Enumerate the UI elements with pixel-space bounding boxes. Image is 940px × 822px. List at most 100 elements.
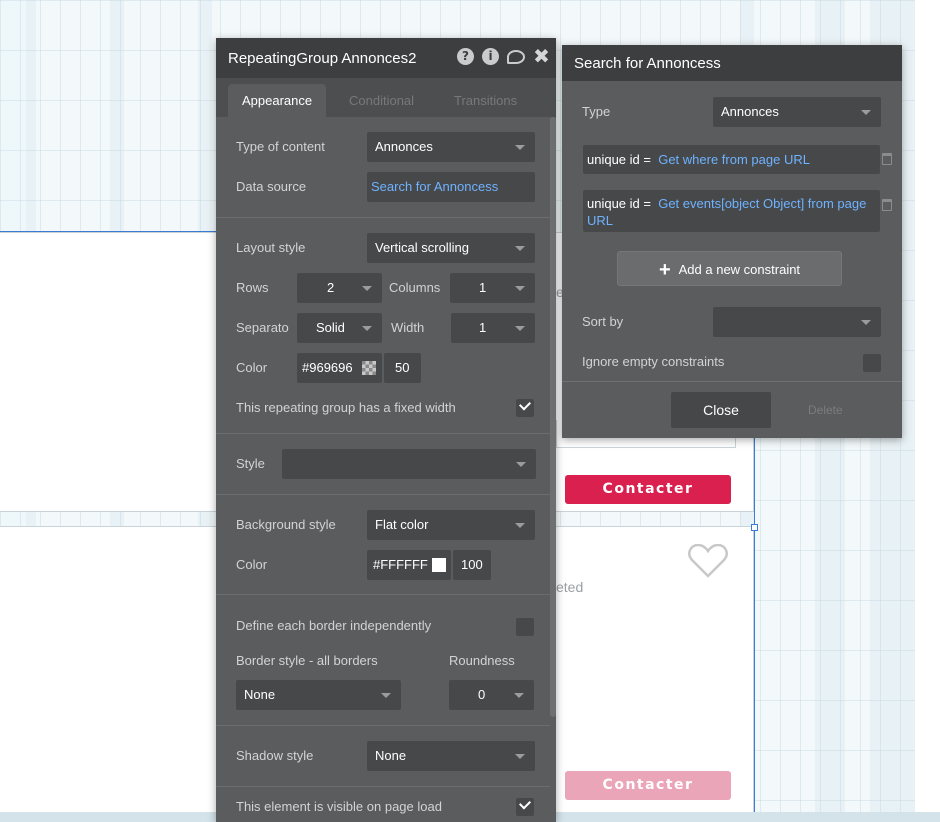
bg-color-label: Color	[236, 557, 268, 572]
tab-transitions[interactable]: Transitions	[440, 84, 531, 117]
constraint-expression[interactable]: Get where from page URL	[658, 152, 810, 167]
rows-value: 2	[327, 280, 335, 295]
shadow-style-value: None	[375, 748, 407, 763]
roundness-value: 0	[478, 687, 486, 702]
selection-outline	[754, 438, 755, 812]
width-label: Width	[391, 320, 425, 335]
chevron-down-icon	[515, 523, 525, 528]
tab-conditional[interactable]: Conditional	[335, 84, 428, 117]
sort-by-label: Sort by	[582, 314, 624, 329]
fixed-width-checkbox[interactable]	[516, 398, 534, 417]
fixed-width-label: This repeating group has a fixed width	[236, 400, 456, 415]
chevron-down-icon	[861, 110, 871, 115]
section-divider	[216, 725, 550, 726]
constraint-row[interactable]: unique id = Get where from page URL	[583, 145, 880, 174]
tab-bar: Appearance Conditional Transitions	[216, 78, 556, 117]
border-style-label: Border style - all borders	[236, 653, 378, 668]
section-divider	[216, 217, 550, 218]
trash-icon[interactable]	[882, 199, 892, 211]
delete-button[interactable]: Delete	[808, 403, 843, 417]
define-border-checkbox[interactable]	[516, 618, 534, 636]
contact-button[interactable]: Contacter	[565, 475, 731, 504]
help-icon[interactable]: ?	[457, 48, 474, 65]
bg-color-value: #FFFFFF	[373, 557, 428, 572]
search-editor-panel: Search for Annoncess Type Annonces uniqu…	[562, 45, 902, 438]
panel-title: Search for Annoncess	[574, 54, 721, 72]
shadow-style-dropdown[interactable]: None	[367, 741, 535, 771]
panel-title: RepeatingGroup Annonces2	[228, 49, 417, 67]
shadow-style-label: Shadow style	[236, 748, 314, 763]
chevron-down-icon	[861, 320, 871, 325]
chevron-down-icon	[514, 693, 524, 698]
add-constraint-label: Add a new constraint	[678, 262, 801, 277]
contact-button[interactable]: Contacter	[565, 771, 731, 800]
type-of-content-value: Annonces	[375, 139, 433, 154]
panel-header[interactable]: Search for Annoncess	[562, 45, 902, 81]
style-label: Style	[236, 456, 265, 471]
separator-value: Solid	[316, 320, 345, 335]
type-label: Type	[582, 104, 611, 119]
panel-scrollbar[interactable]	[550, 117, 556, 717]
sort-by-dropdown[interactable]	[713, 307, 881, 337]
background-style-dropdown[interactable]: Flat color	[367, 510, 535, 540]
rows-dropdown[interactable]: 2	[297, 273, 382, 303]
tab-appearance[interactable]: Appearance	[228, 84, 327, 117]
separator-dropdown[interactable]: Solid	[297, 313, 382, 343]
visible-on-load-label: This element is visible on page load	[236, 799, 442, 814]
add-constraint-button[interactable]: + Add a new constraint	[617, 251, 842, 286]
constraint-field: unique id =	[587, 196, 651, 211]
style-dropdown[interactable]	[282, 449, 536, 479]
ignore-empty-label: Ignore empty constraints	[582, 354, 725, 369]
chevron-down-icon	[515, 286, 525, 291]
chevron-down-icon	[515, 145, 525, 150]
columns-dropdown[interactable]: 1	[450, 273, 535, 303]
close-button[interactable]: Close	[671, 392, 771, 428]
trash-icon[interactable]	[882, 153, 892, 165]
selection-outline	[0, 231, 216, 232]
ignore-empty-checkbox[interactable]	[863, 354, 881, 372]
columns-value: 1	[479, 280, 487, 295]
info-icon[interactable]: i	[482, 48, 499, 65]
type-of-content-dropdown[interactable]: Annonces	[367, 132, 535, 162]
constraint-field: unique id =	[587, 152, 651, 167]
heart-icon[interactable]	[688, 544, 728, 578]
checkmark-icon	[518, 797, 532, 810]
separator-color-value: #969696	[302, 360, 353, 375]
card-text-fragment: eted	[556, 579, 584, 595]
constraint-row[interactable]: unique id = Get events[object Object] fr…	[583, 190, 880, 232]
section-divider	[216, 494, 550, 495]
section-divider	[216, 786, 550, 787]
chevron-down-icon	[515, 754, 525, 759]
chevron-down-icon	[515, 326, 525, 331]
comment-icon[interactable]	[507, 50, 525, 64]
bg-opacity-input[interactable]: 100	[453, 550, 491, 580]
canvas-margin	[915, 0, 940, 822]
roundness-label: Roundness	[449, 653, 515, 668]
visible-on-load-checkbox[interactable]	[516, 797, 534, 816]
section-divider	[216, 433, 550, 434]
chevron-down-icon	[362, 326, 372, 331]
width-dropdown[interactable]: 1	[451, 313, 535, 343]
color-label: Color	[236, 360, 268, 375]
panel-header[interactable]: RepeatingGroup Annonces2 ? i ✖	[216, 38, 556, 78]
chevron-down-icon	[362, 286, 372, 291]
data-source-input[interactable]: Search for Annoncess	[367, 172, 535, 202]
type-dropdown[interactable]: Annonces	[713, 97, 881, 127]
close-icon[interactable]: ✖	[533, 46, 550, 66]
plus-icon: +	[658, 259, 671, 281]
checkmark-icon	[518, 398, 532, 411]
layout-style-dropdown[interactable]: Vertical scrolling	[367, 233, 535, 263]
define-border-label: Define each border independently	[236, 618, 432, 633]
chevron-down-icon	[516, 462, 526, 467]
data-source-label: Data source	[236, 179, 307, 194]
section-divider	[216, 594, 550, 595]
separator-label: Separato	[236, 320, 289, 335]
color-swatch[interactable]	[432, 558, 446, 572]
separator-opacity-input[interactable]: 50	[384, 353, 421, 383]
roundness-dropdown[interactable]: 0	[449, 680, 534, 710]
background-style-value: Flat color	[375, 517, 429, 532]
color-swatch[interactable]	[362, 361, 376, 375]
property-editor-panel: RepeatingGroup Annonces2 ? i ✖ Appearanc…	[216, 38, 556, 822]
border-style-dropdown[interactable]: None	[236, 680, 401, 710]
resize-handle[interactable]	[751, 524, 758, 531]
